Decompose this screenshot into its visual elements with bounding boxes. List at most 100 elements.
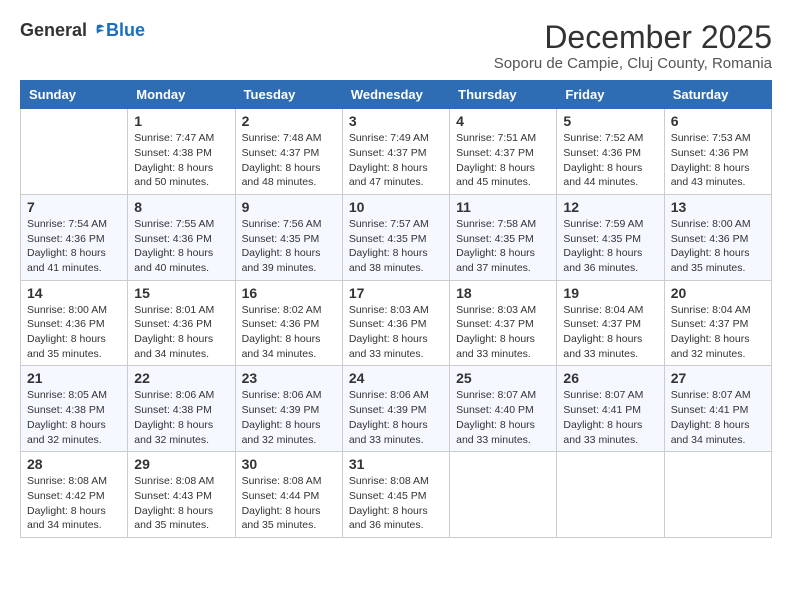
day-number: 2	[242, 113, 336, 129]
day-number: 23	[242, 370, 336, 386]
calendar-cell: 12Sunrise: 7:59 AMSunset: 4:35 PMDayligh…	[557, 194, 664, 280]
day-number: 29	[134, 456, 228, 472]
day-info: Sunrise: 8:06 AMSunset: 4:39 PMDaylight:…	[349, 388, 443, 447]
calendar-cell: 21 Sunrise: 8:05 AMSunset: 4:38 PMDayligh…	[21, 366, 128, 452]
day-info: Sunrise: 8:05 AMSunset: 4:38 PMDaylight:…	[27, 388, 121, 447]
logo-general-text: General	[20, 20, 87, 41]
day-number: 25	[456, 370, 550, 386]
calendar-cell	[450, 452, 557, 538]
title-area: December 2025 Soporu de Campie, Cluj Cou…	[494, 20, 772, 72]
day-number: 13	[671, 199, 765, 215]
calendar-header-thursday: Thursday	[450, 81, 557, 109]
calendar-cell	[21, 109, 128, 195]
page-header: General Blue December 2025 Soporu de Cam…	[20, 20, 772, 72]
calendar-cell: 5 Sunrise: 7:52 AMSunset: 4:36 PMDaylight…	[557, 109, 664, 195]
month-title: December 2025	[494, 20, 772, 55]
calendar-cell: 19 Sunrise: 8:04 AMSunset: 4:37 PMDayligh…	[557, 280, 664, 366]
calendar-cell: 9 Sunrise: 7:56 AMSunset: 4:35 PMDaylight…	[235, 194, 342, 280]
day-info: Sunrise: 7:57 AMSunset: 4:35 PMDaylight:…	[349, 217, 443, 276]
calendar-cell: 22 Sunrise: 8:06 AMSunset: 4:38 PMDayligh…	[128, 366, 235, 452]
day-number: 18	[456, 285, 550, 301]
calendar-cell: 13 Sunrise: 8:00 AMSunset: 4:36 PMDayligh…	[664, 194, 771, 280]
calendar-cell: 1Sunrise: 7:47 AMSunset: 4:38 PMDaylight…	[128, 109, 235, 195]
day-info: Sunrise: 8:04 AMSunset: 4:37 PMDaylight:…	[671, 303, 765, 362]
calendar-cell: 4 Sunrise: 7:51 AMSunset: 4:37 PMDaylight…	[450, 109, 557, 195]
day-number: 30	[242, 456, 336, 472]
day-info: Sunrise: 7:53 AMSunset: 4:36 PMDaylight:…	[671, 131, 765, 190]
logo-bird-icon	[88, 22, 106, 40]
day-info: Sunrise: 8:06 AMSunset: 4:38 PMDaylight:…	[134, 388, 228, 447]
day-info: Sunrise: 8:08 AMSunset: 4:44 PMDaylight:…	[242, 474, 336, 533]
calendar-cell: 10Sunrise: 7:57 AMSunset: 4:35 PMDayligh…	[342, 194, 449, 280]
location-subtitle: Soporu de Campie, Cluj County, Romania	[494, 55, 772, 72]
day-info: Sunrise: 7:55 AMSunset: 4:36 PMDaylight:…	[134, 217, 228, 276]
calendar-cell: 15 Sunrise: 8:01 AMSunset: 4:36 PMDayligh…	[128, 280, 235, 366]
calendar-cell: 20 Sunrise: 8:04 AMSunset: 4:37 PMDayligh…	[664, 280, 771, 366]
day-info: Sunrise: 7:52 AMSunset: 4:36 PMDaylight:…	[563, 131, 657, 190]
day-number: 24	[349, 370, 443, 386]
calendar-week-row: 14 Sunrise: 8:00 AMSunset: 4:36 PMDayligh…	[21, 280, 772, 366]
day-info: Sunrise: 8:04 AMSunset: 4:37 PMDaylight:…	[563, 303, 657, 362]
day-number: 19	[563, 285, 657, 301]
day-info: Sunrise: 8:01 AMSunset: 4:36 PMDaylight:…	[134, 303, 228, 362]
day-info: Sunrise: 8:00 AMSunset: 4:36 PMDaylight:…	[671, 217, 765, 276]
calendar-cell: 30 Sunrise: 8:08 AMSunset: 4:44 PMDayligh…	[235, 452, 342, 538]
day-number: 22	[134, 370, 228, 386]
calendar-week-row: 28 Sunrise: 8:08 AMSunset: 4:42 PMDayligh…	[21, 452, 772, 538]
calendar-header-saturday: Saturday	[664, 81, 771, 109]
day-info: Sunrise: 7:58 AMSunset: 4:35 PMDaylight:…	[456, 217, 550, 276]
day-number: 26	[563, 370, 657, 386]
calendar-cell: 29 Sunrise: 8:08 AMSunset: 4:43 PMDayligh…	[128, 452, 235, 538]
day-number: 4	[456, 113, 550, 129]
day-info: Sunrise: 8:06 AMSunset: 4:39 PMDaylight:…	[242, 388, 336, 447]
calendar-cell: 18Sunrise: 8:03 AMSunset: 4:37 PMDayligh…	[450, 280, 557, 366]
calendar-header-wednesday: Wednesday	[342, 81, 449, 109]
calendar-week-row: 7 Sunrise: 7:54 AMSunset: 4:36 PMDaylight…	[21, 194, 772, 280]
day-number: 21	[27, 370, 121, 386]
day-info: Sunrise: 7:51 AMSunset: 4:37 PMDaylight:…	[456, 131, 550, 190]
day-info: Sunrise: 8:08 AMSunset: 4:43 PMDaylight:…	[134, 474, 228, 533]
calendar-cell: 24 Sunrise: 8:06 AMSunset: 4:39 PMDayligh…	[342, 366, 449, 452]
day-number: 5	[563, 113, 657, 129]
day-info: Sunrise: 7:54 AMSunset: 4:36 PMDaylight:…	[27, 217, 121, 276]
calendar-cell	[664, 452, 771, 538]
day-number: 27	[671, 370, 765, 386]
day-info: Sunrise: 7:56 AMSunset: 4:35 PMDaylight:…	[242, 217, 336, 276]
calendar-week-row: 21 Sunrise: 8:05 AMSunset: 4:38 PMDayligh…	[21, 366, 772, 452]
day-info: Sunrise: 7:49 AMSunset: 4:37 PMDaylight:…	[349, 131, 443, 190]
calendar-header-friday: Friday	[557, 81, 664, 109]
calendar-header-row: SundayMondayTuesdayWednesdayThursdayFrid…	[21, 81, 772, 109]
day-number: 9	[242, 199, 336, 215]
day-info: Sunrise: 7:59 AMSunset: 4:35 PMDaylight:…	[563, 217, 657, 276]
day-info: Sunrise: 8:07 AMSunset: 4:40 PMDaylight:…	[456, 388, 550, 447]
day-info: Sunrise: 7:47 AMSunset: 4:38 PMDaylight:…	[134, 131, 228, 190]
calendar-cell: 23 Sunrise: 8:06 AMSunset: 4:39 PMDayligh…	[235, 366, 342, 452]
day-number: 17	[349, 285, 443, 301]
calendar-header-monday: Monday	[128, 81, 235, 109]
day-info: Sunrise: 8:08 AMSunset: 4:42 PMDaylight:…	[27, 474, 121, 533]
day-number: 31	[349, 456, 443, 472]
calendar-header-sunday: Sunday	[21, 81, 128, 109]
day-info: Sunrise: 8:00 AMSunset: 4:36 PMDaylight:…	[27, 303, 121, 362]
day-number: 3	[349, 113, 443, 129]
day-number: 20	[671, 285, 765, 301]
calendar-cell: 31 Sunrise: 8:08 AMSunset: 4:45 PMDayligh…	[342, 452, 449, 538]
calendar-cell: 27 Sunrise: 8:07 AMSunset: 4:41 PMDayligh…	[664, 366, 771, 452]
day-number: 14	[27, 285, 121, 301]
calendar-cell: 3 Sunrise: 7:49 AMSunset: 4:37 PMDaylight…	[342, 109, 449, 195]
day-info: Sunrise: 8:08 AMSunset: 4:45 PMDaylight:…	[349, 474, 443, 533]
calendar-cell: 7 Sunrise: 7:54 AMSunset: 4:36 PMDaylight…	[21, 194, 128, 280]
day-info: Sunrise: 8:07 AMSunset: 4:41 PMDaylight:…	[563, 388, 657, 447]
calendar-cell: 8 Sunrise: 7:55 AMSunset: 4:36 PMDaylight…	[128, 194, 235, 280]
day-number: 8	[134, 199, 228, 215]
day-number: 28	[27, 456, 121, 472]
day-info: Sunrise: 8:07 AMSunset: 4:41 PMDaylight:…	[671, 388, 765, 447]
day-number: 15	[134, 285, 228, 301]
calendar-cell: 26 Sunrise: 8:07 AMSunset: 4:41 PMDayligh…	[557, 366, 664, 452]
logo-area: General Blue	[20, 20, 145, 41]
calendar-week-row: 1Sunrise: 7:47 AMSunset: 4:38 PMDaylight…	[21, 109, 772, 195]
day-number: 7	[27, 199, 121, 215]
day-number: 6	[671, 113, 765, 129]
calendar-table: SundayMondayTuesdayWednesdayThursdayFrid…	[20, 80, 772, 538]
calendar-cell: 25 Sunrise: 8:07 AMSunset: 4:40 PMDayligh…	[450, 366, 557, 452]
